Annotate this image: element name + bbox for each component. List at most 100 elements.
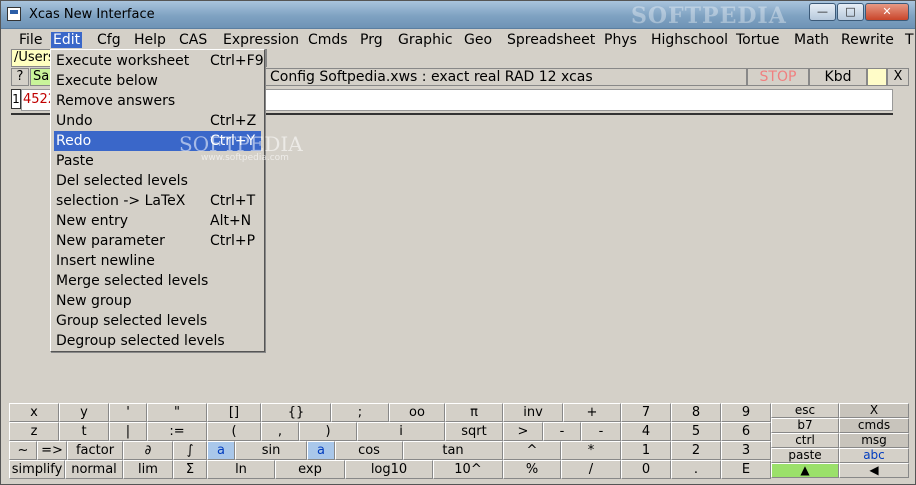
key-a-cos[interactable]: a [307, 441, 335, 460]
key-quote[interactable]: ' [109, 403, 147, 422]
key-divide[interactable]: / [561, 460, 621, 479]
key-lparen[interactable]: ( [207, 422, 261, 441]
key-up-arrow[interactable]: ▲ [771, 463, 839, 478]
key-multiply[interactable]: * [561, 441, 621, 460]
key-partial[interactable]: ∂ [123, 441, 173, 460]
key-X[interactable]: X [839, 403, 909, 418]
key-y[interactable]: y [59, 403, 109, 422]
menu-geo[interactable]: Geo [462, 32, 494, 48]
key-z[interactable]: z [9, 422, 59, 441]
key-abc[interactable]: abc [839, 448, 909, 463]
key-inv[interactable]: inv [503, 403, 563, 422]
key-msg[interactable]: msg [839, 433, 909, 448]
menu-cas[interactable]: CAS [177, 32, 209, 48]
save-button[interactable]: Sa [30, 68, 52, 86]
key-tilde[interactable]: ~ [9, 441, 37, 460]
menu-undo[interactable]: Undo Ctrl+Z [54, 111, 261, 131]
help-button[interactable]: ? [11, 68, 29, 86]
key-log10[interactable]: log10 [345, 460, 433, 479]
key-2[interactable]: 2 [671, 441, 721, 460]
key-pow10[interactable]: 10^ [433, 460, 503, 479]
menu-spreadsheet[interactable]: Spreadsheet [505, 32, 597, 48]
key-3[interactable]: 3 [721, 441, 771, 460]
key-factor[interactable]: factor [67, 441, 123, 460]
menu-rewrite[interactable]: Rewrite [839, 32, 896, 48]
key-dquote[interactable]: " [147, 403, 207, 422]
key-E[interactable]: E [721, 460, 771, 479]
key-implies[interactable]: => [37, 441, 67, 460]
minimize-button[interactable]: — [809, 3, 836, 21]
menu-edit[interactable]: Edit [51, 32, 83, 48]
menu-help[interactable]: Help [132, 32, 168, 48]
menu-cfg[interactable]: Cfg [95, 32, 123, 48]
menu-graphic[interactable]: Graphic [396, 32, 455, 48]
key-7[interactable]: 7 [621, 403, 671, 422]
menu-math[interactable]: Math [792, 32, 831, 48]
maximize-button[interactable]: □ [837, 3, 864, 21]
key-comma[interactable]: , [261, 422, 299, 441]
menu-highschool[interactable]: Highschool [649, 32, 730, 48]
key-tan[interactable]: tan [403, 441, 503, 460]
menu-del-selected-levels[interactable]: Del selected levels [54, 171, 261, 191]
color-swatch-button[interactable] [867, 68, 887, 86]
key-9[interactable]: 9 [721, 403, 771, 422]
key-8[interactable]: 8 [671, 403, 721, 422]
menu-selection-latex[interactable]: selection -> LaTeX Ctrl+T [54, 191, 261, 211]
menu-execute-below[interactable]: Execute below [54, 71, 261, 91]
key-x[interactable]: x [9, 403, 59, 422]
key-esc[interactable]: esc [771, 403, 839, 418]
key-b7[interactable]: b7 [771, 418, 839, 433]
menu-redo[interactable]: Redo Ctrl+Y [54, 131, 261, 151]
menu-t[interactable]: T [903, 32, 915, 48]
keyboard-toggle-button[interactable]: Kbd [809, 68, 867, 86]
menu-merge-selected-levels[interactable]: Merge selected levels [54, 271, 261, 291]
key-caret[interactable]: ^ [503, 441, 561, 460]
menu-degroup-selected-levels[interactable]: Degroup selected levels [54, 331, 261, 351]
menu-insert-newline[interactable]: Insert newline [54, 251, 261, 271]
menu-new-group[interactable]: New group [54, 291, 261, 311]
menu-phys[interactable]: Phys [602, 32, 639, 48]
key-brackets[interactable]: [] [207, 403, 261, 422]
key-a-sin[interactable]: a [207, 441, 235, 460]
menu-remove-answers[interactable]: Remove answers [54, 91, 261, 111]
config-status-bar[interactable]: Config Softpedia.xws : exact real RAD 12… [265, 68, 747, 86]
key-cmds[interactable]: cmds [839, 418, 909, 433]
menu-paste[interactable]: Paste [54, 151, 261, 171]
entry-number[interactable]: 1 [11, 89, 21, 109]
key-cos[interactable]: cos [335, 441, 403, 460]
menu-group-selected-levels[interactable]: Group selected levels [54, 311, 261, 331]
key-greater[interactable]: > [503, 422, 543, 441]
key-plus[interactable]: + [563, 403, 621, 422]
stop-button[interactable]: STOP [747, 68, 809, 86]
key-pipe[interactable]: | [109, 422, 147, 441]
key-braces[interactable]: {} [261, 403, 331, 422]
key-ln[interactable]: ln [207, 460, 275, 479]
key-ctrl[interactable]: ctrl [771, 433, 839, 448]
menu-prg[interactable]: Prg [358, 32, 385, 48]
key-simplify[interactable]: simplify [9, 460, 65, 479]
key-integral[interactable]: ∫ [173, 441, 207, 460]
key-paste[interactable]: paste [771, 448, 839, 463]
menu-tortue[interactable]: Tortue [734, 32, 781, 48]
key-semicolon[interactable]: ; [331, 403, 389, 422]
menu-execute-worksheet[interactable]: Execute worksheet Ctrl+F9 [54, 51, 264, 71]
key-minus[interactable]: - [543, 422, 581, 441]
key-dot[interactable]: . [671, 460, 721, 479]
key-left-arrow[interactable]: ◀ [839, 463, 909, 478]
key-5[interactable]: 5 [671, 422, 721, 441]
key-1[interactable]: 1 [621, 441, 671, 460]
key-sum[interactable]: Σ [173, 460, 207, 479]
key-0[interactable]: 0 [621, 460, 671, 479]
key-4[interactable]: 4 [621, 422, 671, 441]
menu-new-entry[interactable]: New entry Alt+N [54, 211, 261, 231]
key-assign[interactable]: := [147, 422, 207, 441]
close-session-button[interactable]: X [887, 68, 909, 86]
key-infinity[interactable]: oo [389, 403, 445, 422]
key-i[interactable]: i [357, 422, 445, 441]
menu-expression[interactable]: Expression [221, 32, 301, 48]
key-minus2[interactable]: - [581, 422, 621, 441]
key-pi[interactable]: π [445, 403, 503, 422]
key-sqrt[interactable]: sqrt [445, 422, 503, 441]
key-lim[interactable]: lim [123, 460, 173, 479]
menu-file[interactable]: File [17, 32, 44, 48]
